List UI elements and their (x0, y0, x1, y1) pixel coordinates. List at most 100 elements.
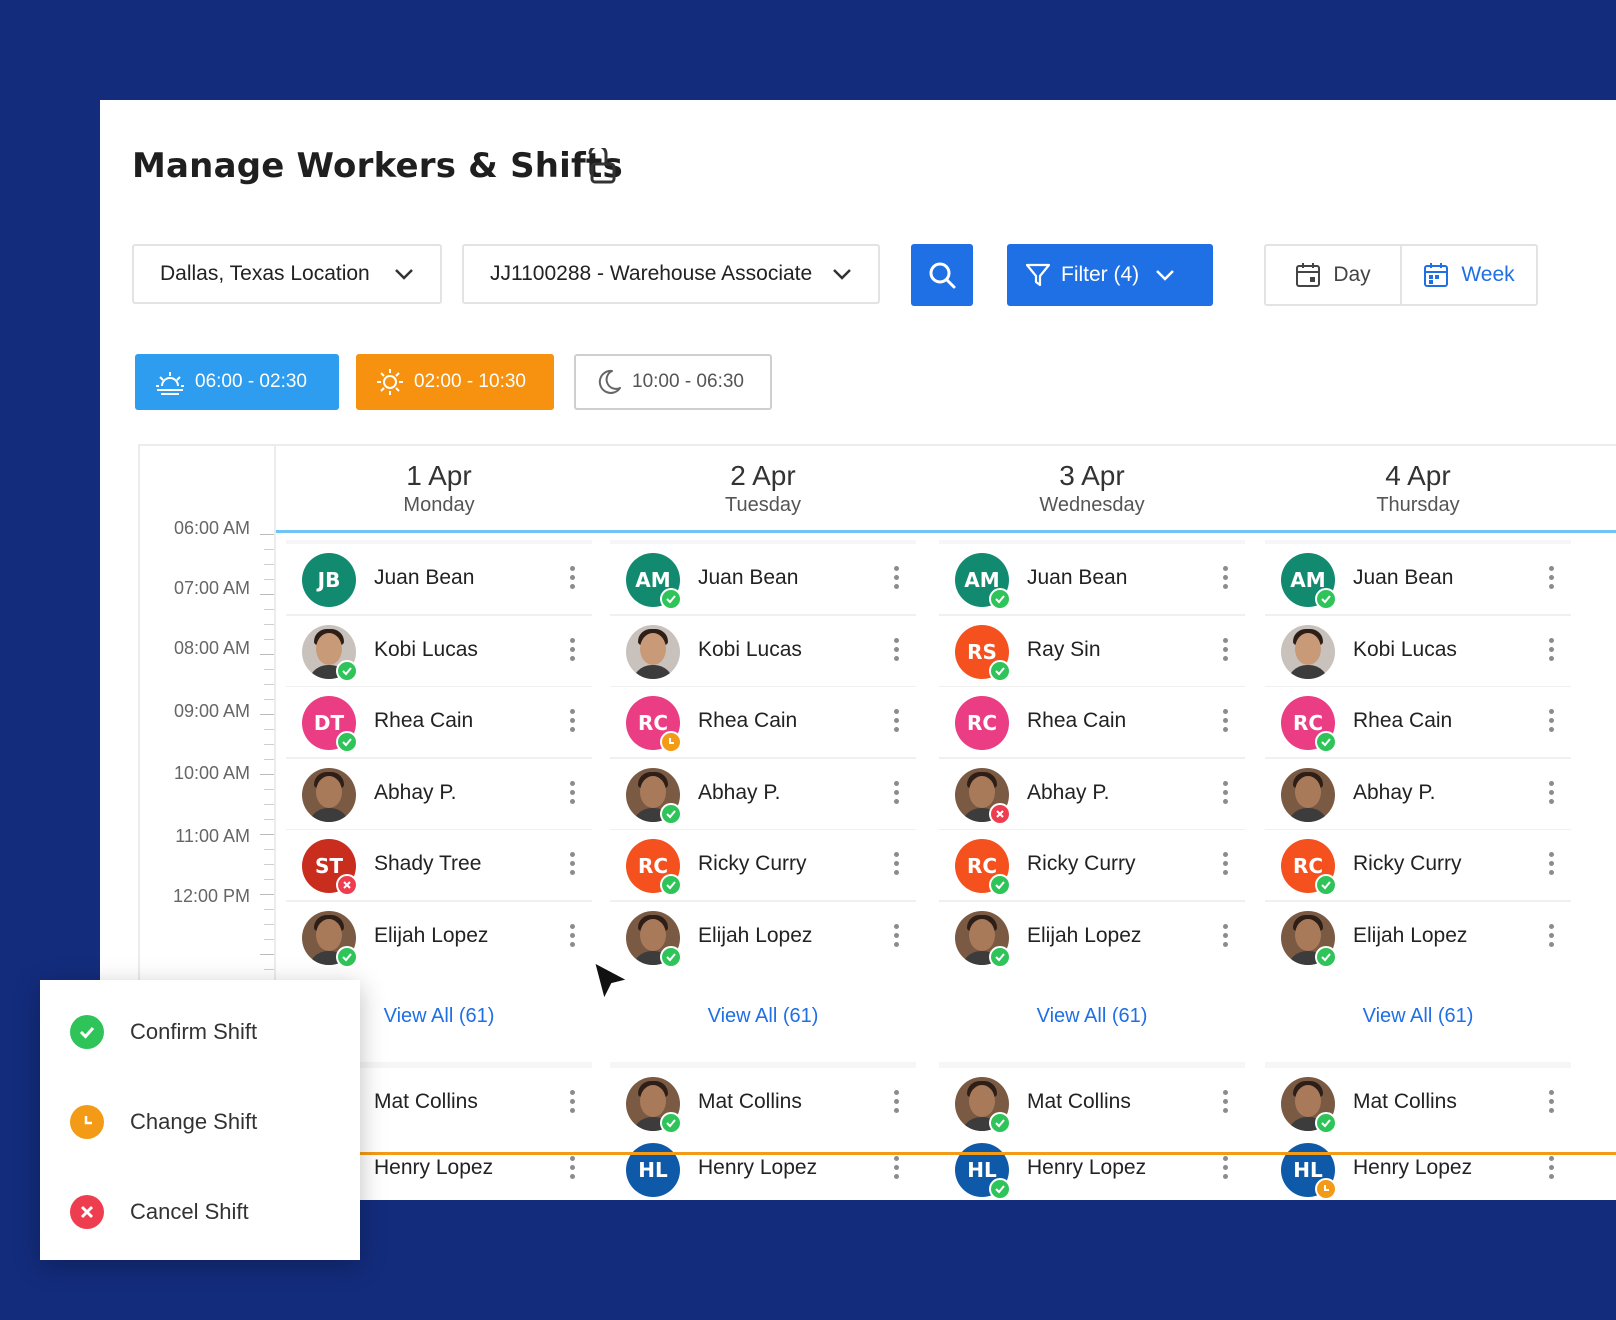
more-options-icon[interactable] (570, 852, 576, 879)
worker-card[interactable]: DT Rhea Cain (286, 687, 592, 759)
filter-button[interactable]: Filter (4) (1007, 244, 1213, 306)
confirmed-status-icon (336, 945, 358, 968)
worker-card[interactable]: Elijah Lopez (286, 901, 592, 974)
worker-card[interactable]: Abhay P. (286, 758, 592, 831)
more-options-icon[interactable] (1549, 709, 1555, 736)
worker-card[interactable]: RC Ricky Curry (939, 830, 1245, 902)
change-shift-item[interactable]: Change Shift (70, 1102, 257, 1142)
cancel-shift-item[interactable]: Cancel Shift (70, 1192, 249, 1232)
more-options-icon[interactable] (894, 923, 900, 951)
view-all-link[interactable]: View All (61) (939, 970, 1245, 1062)
more-options-icon[interactable] (1549, 637, 1555, 665)
worker-card[interactable]: Abhay P. (610, 758, 916, 831)
more-options-icon[interactable] (1549, 566, 1555, 593)
worker-card[interactable]: Kobi Lucas (286, 615, 592, 688)
more-options-icon[interactable] (1223, 780, 1229, 808)
worker-card[interactable]: AM Juan Bean (610, 544, 916, 616)
worker-card[interactable]: Mat Collins (939, 1068, 1245, 1140)
confirmed-status-icon (989, 1112, 1011, 1134)
search-button[interactable] (911, 244, 973, 306)
worker-card[interactable]: Abhay P. (939, 758, 1245, 831)
worker-card[interactable]: Elijah Lopez (1265, 901, 1571, 974)
worker-card[interactable]: HL Henry Lopez (610, 1134, 916, 1200)
worker-card[interactable]: RC Ricky Curry (610, 830, 916, 902)
confirmed-status-icon (989, 1178, 1011, 1200)
more-options-icon[interactable] (1549, 923, 1555, 951)
more-options-icon[interactable] (1223, 709, 1229, 736)
job-select[interactable]: JJ1100288 - Warehouse Associate (462, 244, 880, 304)
worker-card[interactable]: RC Rhea Cain (939, 687, 1245, 759)
worker-card[interactable]: ST Shady Tree (286, 830, 592, 902)
time-tick (264, 729, 274, 730)
page-title: Manage Workers & Shifts (132, 146, 623, 186)
avatar-photo (1281, 767, 1335, 822)
worker-name: Elijah Lopez (374, 923, 489, 947)
view-week-button[interactable]: Week (1400, 246, 1536, 304)
worker-card[interactable]: Kobi Lucas (1265, 615, 1571, 688)
time-tick (264, 639, 274, 640)
more-options-icon[interactable] (570, 780, 576, 808)
worker-card[interactable]: RC Rhea Cain (1265, 687, 1571, 759)
more-options-icon[interactable] (894, 1156, 900, 1183)
location-select[interactable]: Dallas, Texas Location (132, 244, 442, 304)
worker-card[interactable]: Mat Collins (1265, 1068, 1571, 1140)
more-options-icon[interactable] (1549, 1156, 1555, 1183)
confirm-shift-item[interactable]: Confirm Shift (70, 1012, 257, 1052)
time-tick (264, 879, 274, 880)
worker-card[interactable]: Abhay P. (1265, 758, 1571, 831)
worker-card[interactable]: Elijah Lopez (610, 901, 916, 974)
more-options-icon[interactable] (1223, 637, 1229, 665)
worker-card[interactable]: HL Henry Lopez (939, 1134, 1245, 1200)
more-options-icon[interactable] (570, 1090, 576, 1117)
worker-card[interactable]: AM Juan Bean (939, 544, 1245, 616)
more-options-icon[interactable] (1223, 566, 1229, 593)
more-options-icon[interactable] (570, 709, 576, 736)
shift-morning-button[interactable]: 06:00 - 02:30 (135, 354, 339, 410)
more-options-icon[interactable] (1223, 1156, 1229, 1183)
more-options-icon[interactable] (1549, 852, 1555, 879)
cancel-circle-icon (70, 1195, 104, 1229)
more-options-icon[interactable] (570, 637, 576, 665)
worker-name: Ricky Curry (1353, 852, 1462, 875)
worker-card[interactable]: Kobi Lucas (610, 615, 916, 688)
view-all-link[interactable]: View All (61) (1265, 970, 1571, 1062)
view-toggle: Day Week (1264, 244, 1538, 306)
time-tick (260, 594, 274, 595)
more-options-icon[interactable] (1549, 780, 1555, 808)
more-options-icon[interactable] (1223, 852, 1229, 879)
worker-card[interactable]: JB Juan Bean (286, 544, 592, 616)
worker-name: Henry Lopez (1027, 1156, 1147, 1179)
view-week-label: Week (1461, 263, 1515, 286)
shift-night-button[interactable]: 10:00 - 06:30 (574, 354, 772, 410)
more-options-icon[interactable] (894, 566, 900, 593)
unlock-icon[interactable] (582, 148, 622, 188)
confirmed-status-icon (660, 945, 682, 968)
view-all-link[interactable]: View All (61) (610, 970, 916, 1062)
more-options-icon[interactable] (1549, 1090, 1555, 1117)
worker-card[interactable]: Elijah Lopez (939, 901, 1245, 974)
worker-card[interactable]: Mat Collins (610, 1068, 916, 1140)
worker-card[interactable]: RS Ray Sin (939, 615, 1245, 688)
location-select-value: Dallas, Texas Location (160, 262, 370, 285)
worker-name: Juan Bean (1353, 566, 1454, 589)
worker-card[interactable]: AM Juan Bean (1265, 544, 1571, 616)
more-options-icon[interactable] (894, 780, 900, 808)
view-day-button[interactable]: Day (1266, 246, 1400, 304)
worker-name: Ricky Curry (1027, 852, 1136, 875)
worker-card[interactable]: HL Henry Lopez (1265, 1134, 1571, 1200)
worker-card[interactable]: RC Rhea Cain (610, 687, 916, 759)
more-options-icon[interactable] (570, 1156, 576, 1183)
worker-name: Elijah Lopez (1027, 923, 1142, 947)
more-options-icon[interactable] (1223, 1090, 1229, 1117)
more-options-icon[interactable] (894, 852, 900, 879)
more-options-icon[interactable] (1223, 923, 1229, 951)
shift-day-button[interactable]: 02:00 - 10:30 (356, 354, 554, 410)
worker-card[interactable]: RC Ricky Curry (1265, 830, 1571, 902)
worker-name: Ray Sin (1027, 637, 1101, 661)
more-options-icon[interactable] (894, 709, 900, 736)
more-options-icon[interactable] (894, 1090, 900, 1117)
more-options-icon[interactable] (570, 923, 576, 951)
more-options-icon[interactable] (570, 566, 576, 593)
more-options-icon[interactable] (894, 637, 900, 665)
time-tick (264, 759, 274, 760)
